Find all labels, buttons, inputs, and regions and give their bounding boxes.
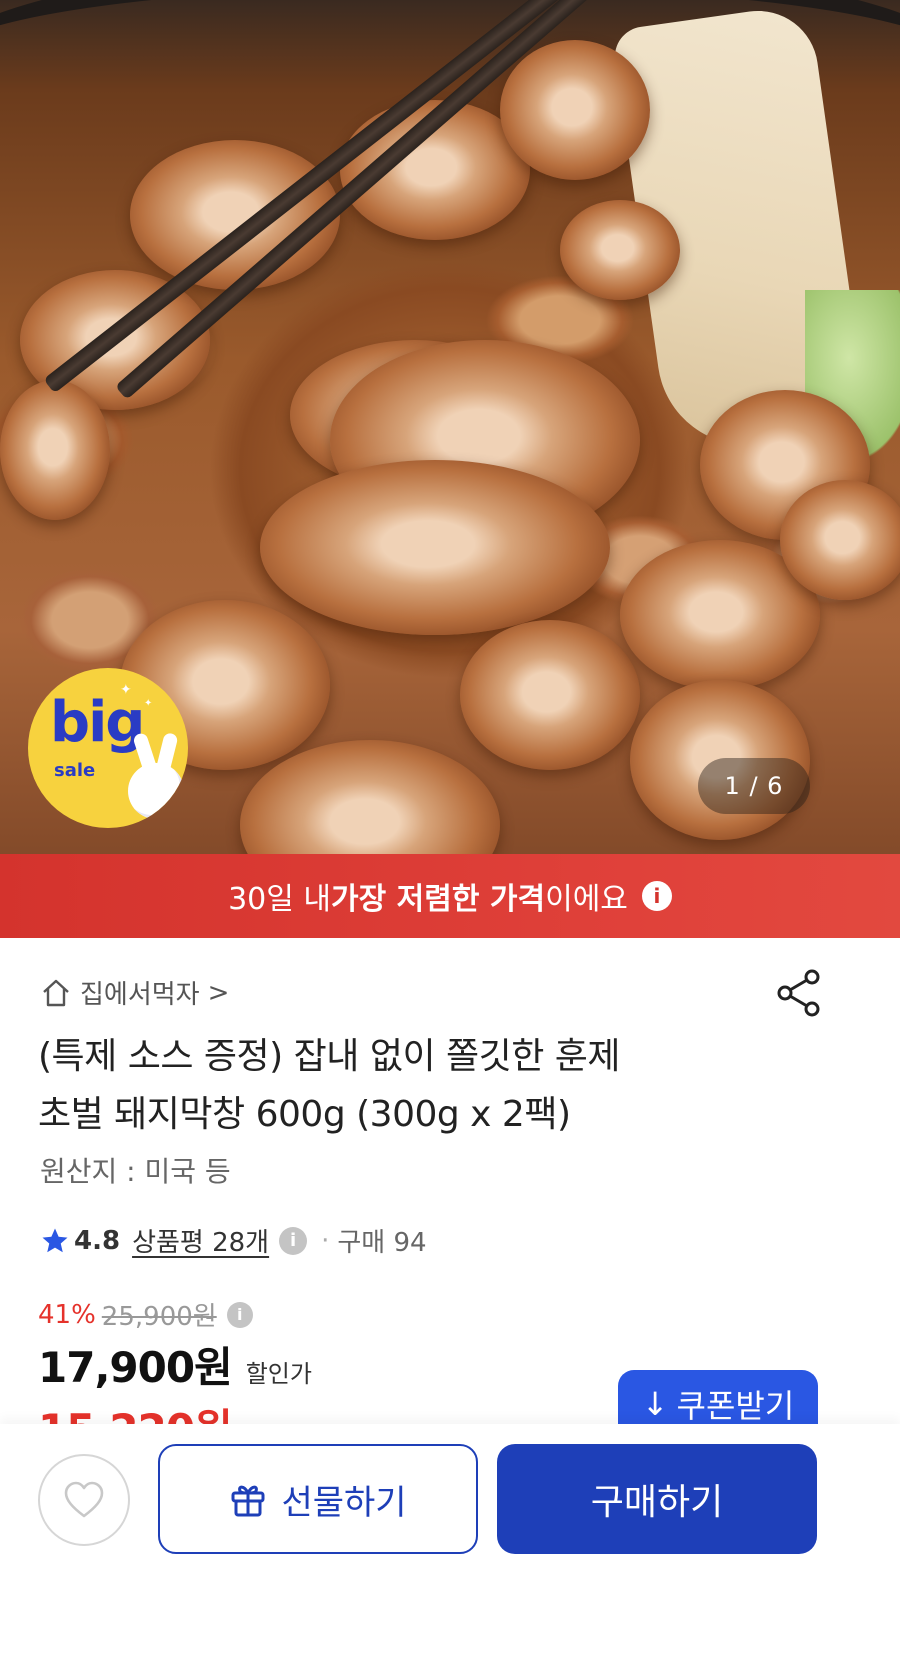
- badge-big-text: big: [50, 690, 145, 755]
- food-piece: [130, 140, 340, 290]
- store-name: 집에서먹자: [80, 980, 200, 1010]
- food-piece: [0, 380, 110, 520]
- product-title-line: (특제 소스 증정) 잡내 없이 쫄깃한 훈제: [38, 1036, 621, 1077]
- gift-button[interactable]: 선물하기: [158, 1444, 478, 1554]
- gift-button-label: 선물하기: [281, 1482, 407, 1523]
- food-piece: [500, 40, 650, 180]
- sale-price-line: 17,900원 할인가: [38, 1334, 312, 1395]
- purchase-count: 구매 94: [337, 1228, 427, 1258]
- banner-suffix: 이에요: [545, 882, 628, 917]
- lowest-price-banner[interactable]: 30일 내 가장 저렴한 가격 이에요 i: [0, 854, 900, 938]
- product-title-line: 초벌 돼지막창 600g (300g x 2팩): [38, 1094, 571, 1135]
- star-icon: [42, 1228, 68, 1252]
- buy-button-label: 구매하기: [590, 1482, 724, 1523]
- product-image-carousel[interactable]: big sale ✦ ✦ 1 / 6: [0, 0, 900, 900]
- bottom-action-bar: 선물하기 구매하기: [0, 1424, 900, 1654]
- badge-sale-text: sale: [54, 760, 96, 781]
- separator-dot: ·: [321, 1225, 330, 1256]
- product-title: (특제 소스 증정) 잡내 없이 쫄깃한 훈제 초벌 돼지막창 600g (30…: [38, 1028, 858, 1144]
- reviews-link[interactable]: 상품평 28개: [132, 1222, 269, 1259]
- food-piece-lifted: [260, 460, 610, 635]
- food-piece: [780, 480, 900, 600]
- info-icon[interactable]: i: [279, 1226, 308, 1255]
- discount-line: 41% 25,900원 i: [38, 1296, 253, 1333]
- buy-button[interactable]: 구매하기: [497, 1444, 817, 1554]
- food-piece: [560, 200, 680, 300]
- big-sale-badge: big sale ✦ ✦: [28, 668, 188, 828]
- banner-prefix: 30일 내: [228, 882, 331, 917]
- get-coupon-label: 쿠폰받기: [676, 1387, 795, 1425]
- info-icon[interactable]: i: [641, 881, 672, 911]
- share-icon[interactable]: [776, 968, 822, 1018]
- info-icon[interactable]: i: [226, 1301, 253, 1328]
- sparkle-icon: ✦: [120, 682, 132, 698]
- sale-price: 17,900원: [38, 1343, 233, 1392]
- food-piece: [460, 620, 640, 770]
- origin-text: 원산지 : 미국 등: [40, 1155, 231, 1188]
- original-price: 25,900원: [101, 1302, 217, 1332]
- banner-highlight: 가장 저렴한 가격: [331, 882, 546, 917]
- sparkle-icon: ✦: [144, 698, 153, 709]
- store-link[interactable]: 집에서먹자 >: [40, 974, 229, 1011]
- home-icon: [43, 979, 69, 1006]
- download-arrow-icon: ↓: [641, 1385, 669, 1423]
- discount-percent: 41%: [38, 1299, 96, 1330]
- bunny-mascot-icon: [128, 763, 184, 819]
- gift-icon: [231, 1485, 265, 1517]
- image-page-counter: 1 / 6: [698, 758, 810, 814]
- heart-icon: [64, 1481, 104, 1518]
- rating-score: 4.8: [74, 1225, 121, 1256]
- rating-row: 4.8 상품평 28개 i · 구매 94: [40, 1222, 427, 1259]
- wishlist-button[interactable]: [38, 1454, 130, 1546]
- chevron-right-icon: >: [207, 977, 230, 1008]
- sale-price-label: 할인가: [245, 1360, 312, 1388]
